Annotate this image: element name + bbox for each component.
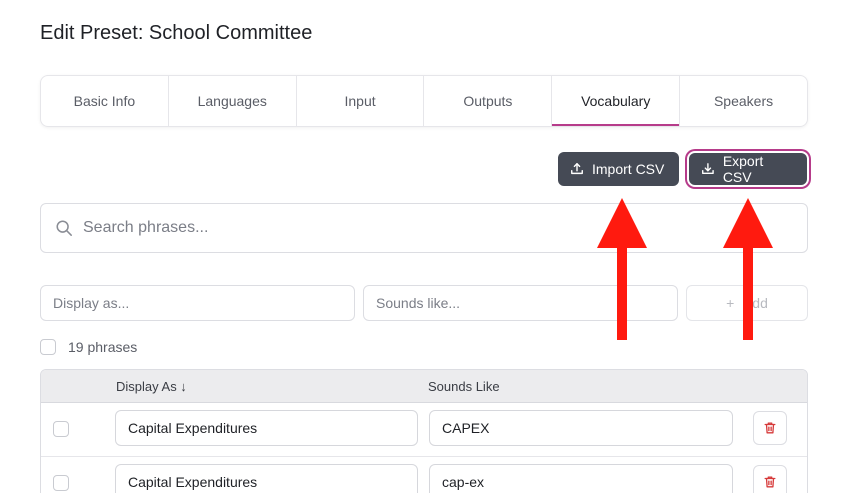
table-row: Capital Expenditures CAPEX <box>41 403 807 457</box>
search-input[interactable]: Search phrases... <box>83 219 208 237</box>
import-csv-button[interactable]: Import CSV <box>558 152 679 186</box>
annotation-arrow-export <box>723 198 773 340</box>
tab-input[interactable]: Input <box>297 76 425 126</box>
search-box[interactable]: Search phrases... <box>40 203 808 253</box>
select-all-row: 19 phrases <box>40 339 137 355</box>
row-checkbox[interactable] <box>53 475 69 491</box>
display-as-cell[interactable]: Capital Expenditures <box>115 464 418 493</box>
delete-button[interactable] <box>753 411 787 445</box>
phrase-count: 19 phrases <box>68 339 138 355</box>
column-display-as[interactable]: Display As ↓ <box>116 379 187 394</box>
row-checkbox[interactable] <box>53 421 69 437</box>
annotation-arrow-import <box>597 198 647 340</box>
upload-icon <box>571 163 583 175</box>
table-header: Display As ↓ Sounds Like <box>41 370 807 403</box>
download-icon <box>702 163 714 175</box>
column-sounds-like[interactable]: Sounds Like <box>428 379 500 394</box>
tab-outputs[interactable]: Outputs <box>424 76 553 126</box>
tab-vocabulary[interactable]: Vocabulary <box>552 76 681 126</box>
page-title: Edit Preset: School Committee <box>40 22 313 44</box>
trash-icon <box>764 422 776 434</box>
display-as-cell[interactable]: Capital Expenditures <box>115 410 418 446</box>
tab-speakers[interactable]: Speakers <box>680 76 807 126</box>
sounds-like-cell[interactable]: cap-ex <box>429 464 733 493</box>
trash-icon <box>764 476 776 488</box>
import-csv-label: Import CSV <box>592 161 665 177</box>
tab-bar: Basic Info Languages Input Outputs Vocab… <box>40 75 808 127</box>
display-as-input[interactable]: Display as... <box>40 285 355 321</box>
search-icon <box>56 220 72 236</box>
vocabulary-table: Display As ↓ Sounds Like Capital Expendi… <box>40 369 808 493</box>
export-csv-label: Export CSV <box>722 153 764 185</box>
sounds-like-cell[interactable]: CAPEX <box>429 410 733 446</box>
tab-languages[interactable]: Languages <box>169 76 297 126</box>
select-all-checkbox[interactable] <box>40 339 56 355</box>
delete-button[interactable] <box>753 465 787 493</box>
tab-basic-info[interactable]: Basic Info <box>41 76 169 126</box>
table-row: Capital Expenditures cap-ex <box>41 457 807 493</box>
export-csv-button[interactable]: Export CSV <box>689 153 807 185</box>
